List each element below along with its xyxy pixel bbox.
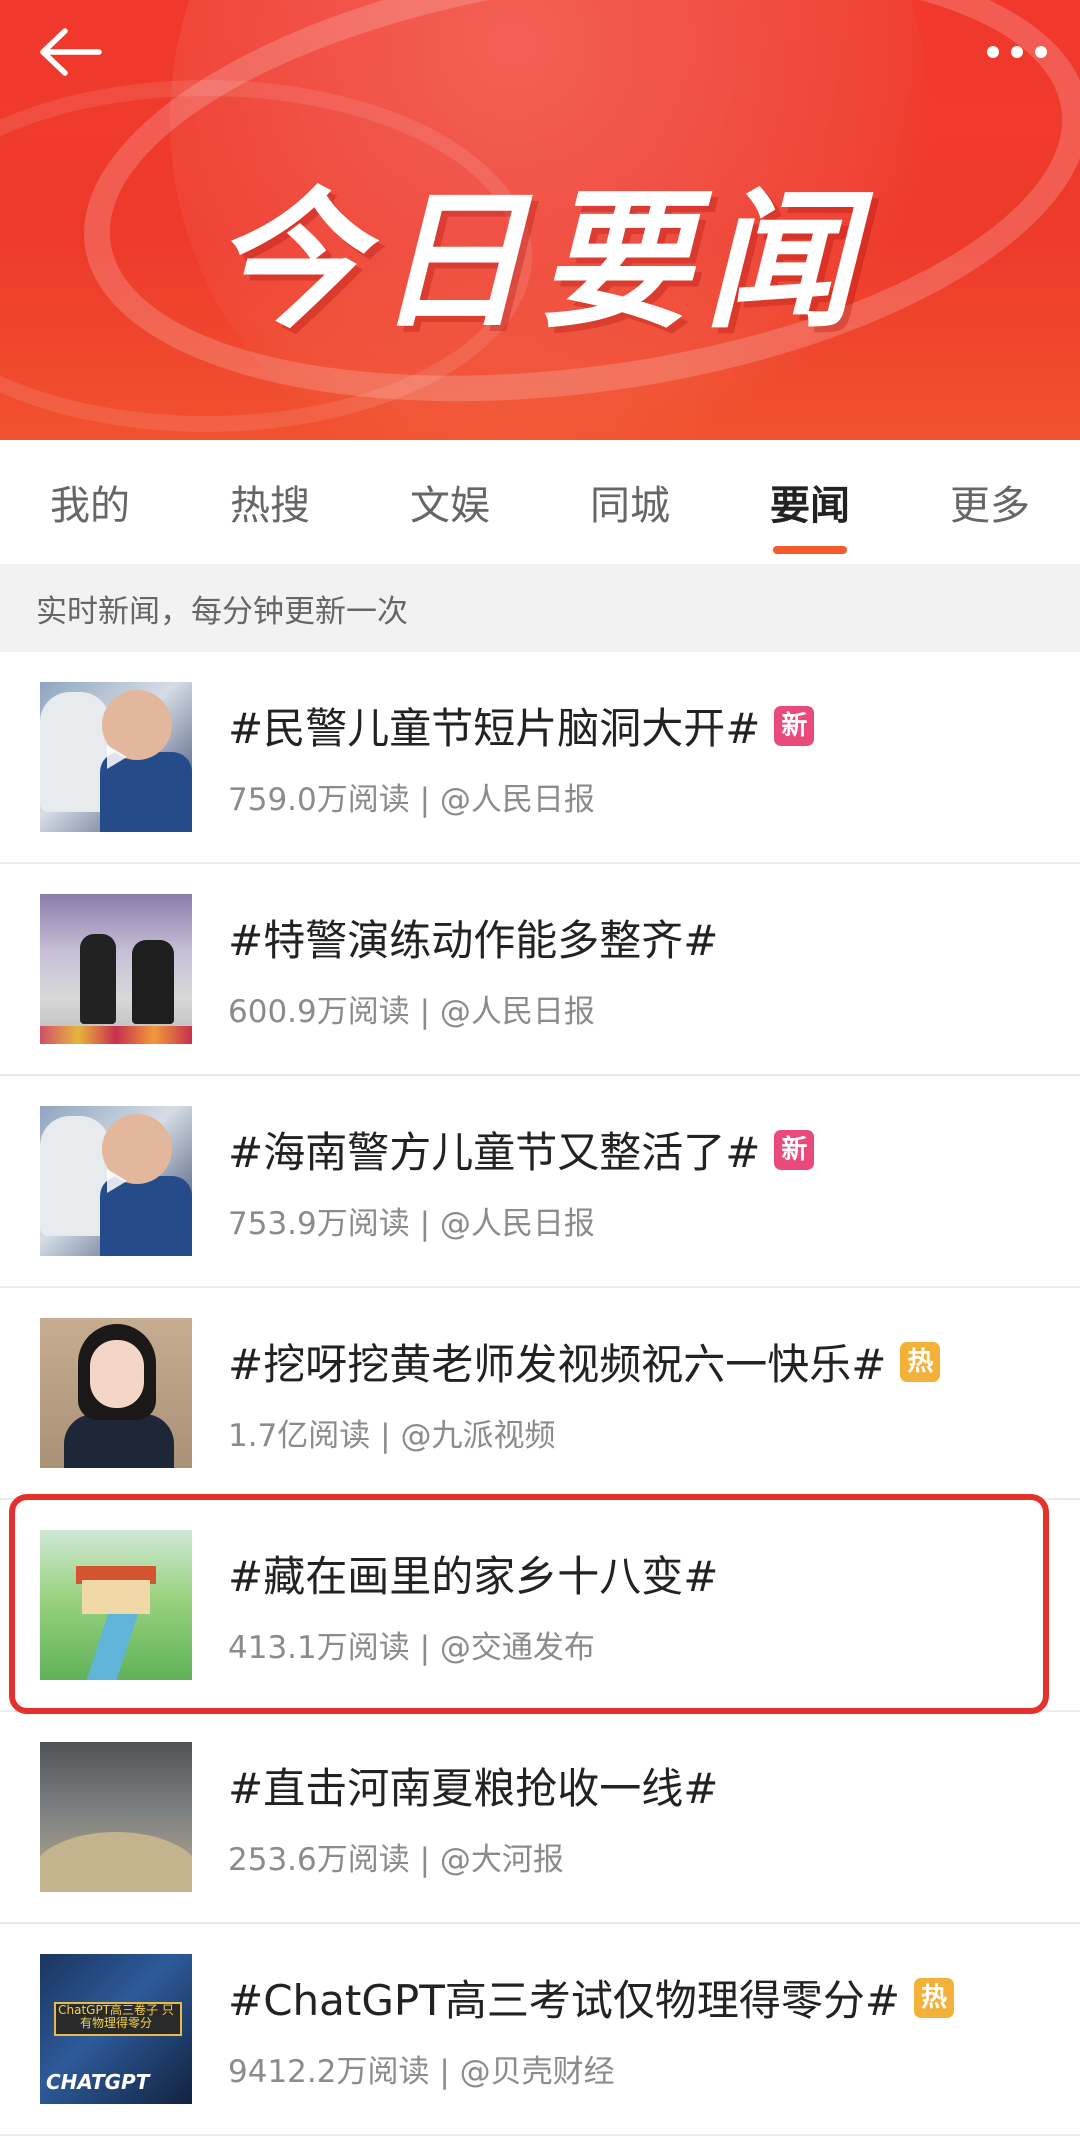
news-meta: 600.9万阅读 | @人民日报 — [228, 994, 595, 1030]
play-icon — [107, 1169, 127, 1193]
thumbnail-logo-text: CHATGPT — [46, 2070, 150, 2094]
news-thumbnail — [40, 1106, 192, 1256]
news-list: #民警儿童节短片脑洞大开# 新 759.0万阅读 | @人民日报 #特警演练动作… — [0, 652, 1080, 2136]
tab-local[interactable]: 同城 — [540, 440, 720, 564]
tab-news[interactable]: 要闻 — [720, 440, 900, 564]
back-button[interactable] — [30, 20, 110, 84]
news-meta: 1.7亿阅读 | @九派视频 — [228, 1418, 556, 1454]
news-item[interactable]: ChatGPT高三卷子 只有物理得零分 CHATGPT #ChatGPT高三考试… — [0, 1924, 1080, 2136]
tab-hot-search[interactable]: 热搜 — [180, 440, 360, 564]
news-title: #直击河南夏粮抢收一线# — [228, 1764, 719, 1813]
category-tabs: 我的 热搜 文娱 同城 要闻 更多 — [0, 440, 1080, 564]
news-item[interactable]: #挖呀挖黄老师发视频祝六一快乐# 热 1.7亿阅读 | @九派视频 — [0, 1288, 1080, 1500]
tab-label: 更多 — [950, 483, 1030, 529]
header-banner: 今日要闻 — [0, 0, 1080, 440]
news-thumbnail — [40, 1530, 192, 1680]
play-icon — [107, 745, 127, 769]
news-meta: 759.0万阅读 | @人民日报 — [228, 782, 595, 818]
tab-label: 我的 — [50, 483, 130, 529]
hot-badge: 热 — [900, 1341, 941, 1382]
news-thumbnail — [40, 1318, 192, 1468]
news-item[interactable]: #民警儿童节短片脑洞大开# 新 759.0万阅读 | @人民日报 — [0, 652, 1080, 864]
tab-more[interactable]: 更多 — [900, 440, 1080, 564]
news-thumbnail — [40, 894, 192, 1044]
news-title: #挖呀挖黄老师发视频祝六一快乐# — [228, 1340, 887, 1389]
news-thumbnail: ChatGPT高三卷子 只有物理得零分 CHATGPT — [40, 1954, 192, 2104]
news-title: #特警演练动作能多整齐# — [228, 916, 719, 965]
page-title: 今日要闻 — [211, 175, 868, 349]
more-options-button[interactable] — [972, 20, 1062, 84]
news-item[interactable]: #特警演练动作能多整齐# 600.9万阅读 | @人民日报 — [0, 864, 1080, 1076]
news-title: #ChatGPT高三考试仅物理得零分# — [228, 1976, 901, 2025]
news-item[interactable]: #藏在画里的家乡十八变# 413.1万阅读 | @交通发布 — [0, 1500, 1080, 1712]
new-badge: 新 — [774, 1129, 815, 1170]
news-thumbnail — [40, 682, 192, 832]
tab-label: 热搜 — [230, 483, 310, 529]
news-item[interactable]: #海南警方儿童节又整活了# 新 753.9万阅读 | @人民日报 — [0, 1076, 1080, 1288]
active-tab-indicator — [773, 546, 847, 554]
tab-mine[interactable]: 我的 — [0, 440, 180, 564]
tab-label: 文娱 — [410, 483, 490, 529]
tab-entertainment[interactable]: 文娱 — [360, 440, 540, 564]
news-meta: 253.6万阅读 | @大河报 — [228, 1842, 564, 1878]
news-item[interactable]: #直击河南夏粮抢收一线# 253.6万阅读 | @大河报 — [0, 1712, 1080, 1924]
tab-label: 同城 — [590, 483, 670, 529]
arrow-left-icon — [40, 28, 102, 76]
thumbnail-caption: ChatGPT高三卷子 只有物理得零分 — [58, 2003, 174, 2030]
hot-badge: 热 — [914, 1977, 955, 2018]
news-thumbnail — [40, 1742, 192, 1892]
news-title: #海南警方儿童节又整活了# — [228, 1128, 761, 1177]
tab-label: 要闻 — [770, 483, 850, 529]
new-badge: 新 — [774, 705, 815, 746]
news-meta: 9412.2万阅读 | @贝壳财经 — [228, 2054, 615, 2090]
news-meta: 413.1万阅读 | @交通发布 — [228, 1630, 595, 1666]
ellipsis-icon — [987, 46, 1047, 58]
news-title: #民警儿童节短片脑洞大开# — [228, 704, 761, 753]
update-notice: 实时新闻，每分钟更新一次 — [0, 564, 1080, 652]
news-meta: 753.9万阅读 | @人民日报 — [228, 1206, 595, 1242]
news-title: #藏在画里的家乡十八变# — [228, 1552, 719, 1601]
